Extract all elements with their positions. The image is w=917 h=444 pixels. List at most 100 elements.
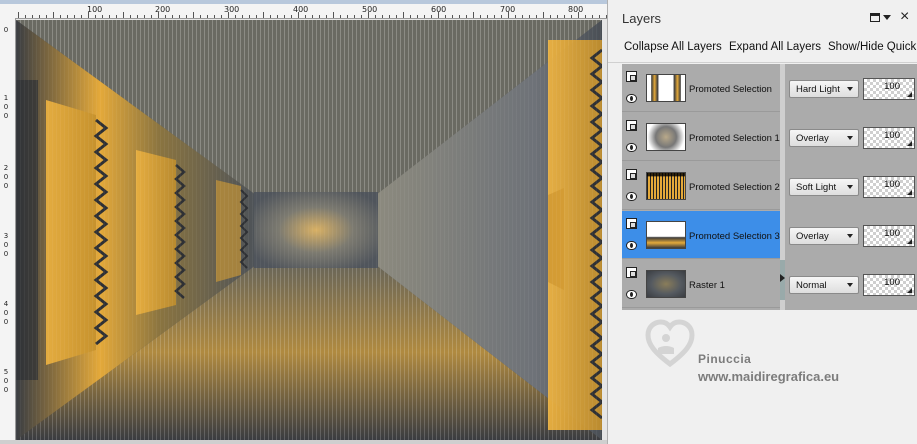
ruler-tick-mark	[172, 15, 173, 18]
show-hide-quick-button[interactable]: Show/Hide Quick	[828, 41, 916, 53]
ruler-tick-mark	[375, 15, 376, 18]
layer-thumbnail	[646, 123, 686, 151]
opacity-field[interactable]: 100	[863, 127, 915, 149]
ruler-tick-mark	[242, 15, 243, 18]
ruler-tick-mark	[298, 12, 299, 18]
ruler-tick-mark	[340, 15, 341, 18]
ruler-tick-label: 0	[3, 103, 9, 111]
blend-mode-dropdown[interactable]: Overlay	[789, 129, 859, 147]
layer-row[interactable]: Promoted Selection 1	[622, 113, 780, 161]
horizontal-scrollbar[interactable]	[0, 440, 607, 444]
opacity-value: 100	[884, 179, 900, 190]
opacity-grip-icon[interactable]	[907, 288, 912, 293]
expand-all-layers-button[interactable]: Expand All Layers	[729, 41, 821, 53]
chevron-down-icon[interactable]	[883, 15, 891, 20]
opacity-grip-icon[interactable]	[907, 239, 912, 244]
ruler-tick-mark	[354, 15, 355, 18]
canvas-area[interactable]: 100 200 300 400 500 600 700 800 010020030040050…	[0, 0, 607, 444]
collapse-all-layers-button[interactable]: Collapse All Layers	[624, 41, 722, 53]
ruler-tick-mark	[88, 12, 89, 18]
layer-mask-icon[interactable]	[626, 120, 637, 131]
layer-mask-icon[interactable]	[626, 71, 637, 82]
horizontal-ruler: 100 200 300 400 500 600 700 800	[0, 0, 607, 19]
ruler-tick-mark	[417, 15, 418, 18]
ruler-tick-label: 0	[3, 112, 9, 120]
layer-mask-icon[interactable]	[626, 169, 637, 180]
ruler-tick-mark	[193, 12, 194, 18]
ruler-tick-mark	[116, 15, 117, 18]
blend-mode-value: Soft Light	[796, 182, 837, 193]
opacity-grip-icon[interactable]	[907, 190, 912, 195]
layer-row[interactable]: Promoted Selection 2	[622, 162, 780, 210]
layer-thumbnail	[646, 221, 686, 249]
ruler-tick-mark	[158, 12, 159, 18]
ruler-tick-mark	[599, 15, 600, 18]
ruler-tick-mark	[32, 15, 33, 18]
layer-mask-icon[interactable]	[626, 218, 637, 229]
blend-mode-value: Hard Light	[796, 84, 840, 95]
ruler-tick-label: 4	[3, 300, 9, 308]
ruler-tick-mark	[557, 15, 558, 18]
layer-row-selected[interactable]: Promoted Selection 3	[622, 211, 780, 259]
opacity-field[interactable]: 100	[863, 274, 915, 296]
ruler-tick-mark	[501, 15, 502, 18]
blend-mode-value: Overlay	[796, 133, 829, 144]
ruler-tick-mark	[529, 15, 530, 18]
ruler-tick-mark	[424, 15, 425, 18]
visibility-eye-icon[interactable]	[626, 290, 637, 299]
layers-toolbar: Collapse All Layers Expand All Layers Sh…	[608, 38, 917, 60]
ruler-tick-mark	[179, 15, 180, 18]
layer-row[interactable]: Raster 1	[622, 260, 780, 308]
ruler-tick-mark	[578, 12, 579, 18]
chevron-down-icon	[847, 234, 853, 238]
ruler-tick-mark	[186, 15, 187, 18]
ruler-tick-mark	[46, 15, 47, 18]
ruler-tick-mark	[571, 15, 572, 18]
blend-mode-dropdown[interactable]: Overlay	[789, 227, 859, 245]
blend-mode-value: Overlay	[796, 231, 829, 242]
ruler-tick-mark	[214, 15, 215, 18]
layer-mask-icon[interactable]	[626, 267, 637, 278]
visibility-eye-icon[interactable]	[626, 143, 637, 152]
visibility-eye-icon[interactable]	[626, 192, 637, 201]
ruler-tick-mark	[270, 15, 271, 18]
visibility-eye-icon[interactable]	[626, 94, 637, 103]
ruler-tick-mark	[151, 15, 152, 18]
layer-name: Promoted Selection 1	[689, 133, 780, 144]
blend-mode-value: Normal	[796, 280, 827, 291]
ruler-tick-mark	[473, 12, 474, 18]
opacity-grip-icon[interactable]	[907, 92, 912, 97]
ruler-tick-mark	[522, 15, 523, 18]
ruler-tick-mark	[235, 15, 236, 18]
vertical-ruler: 0100200300400500	[0, 18, 16, 444]
opacity-field[interactable]: 100	[863, 78, 915, 100]
ruler-tick-mark	[459, 15, 460, 18]
close-icon[interactable]: ×	[900, 8, 909, 26]
ruler-tick-mark	[144, 15, 145, 18]
ruler-tick-mark	[480, 15, 481, 18]
opacity-field[interactable]: 100	[863, 225, 915, 247]
ruler-tick-mark	[74, 15, 75, 18]
ruler-tick-mark	[410, 15, 411, 18]
ruler-tick-mark	[585, 15, 586, 18]
blend-mode-dropdown[interactable]: Soft Light	[789, 178, 859, 196]
maximize-icon[interactable]	[870, 13, 880, 22]
ruler-tick-mark	[564, 15, 565, 18]
image-canvas[interactable]	[16, 20, 602, 440]
ruler-tick-mark	[431, 15, 432, 18]
blend-mode-dropdown[interactable]: Normal	[789, 276, 859, 294]
ruler-tick-mark	[130, 15, 131, 18]
ruler-tick-label: 0	[3, 182, 9, 190]
opacity-field[interactable]: 100	[863, 176, 915, 198]
ruler-tick-label: 800	[568, 5, 584, 14]
ruler-tick-label: 0	[3, 309, 9, 317]
opacity-grip-icon[interactable]	[907, 141, 912, 146]
ruler-tick-mark	[445, 15, 446, 18]
layer-name: Promoted Selection 3	[689, 231, 780, 242]
blend-mode-dropdown[interactable]: Hard Light	[789, 80, 859, 98]
layer-row[interactable]: Promoted Selection	[622, 64, 780, 112]
ruler-tick-label: 400	[293, 5, 309, 14]
layers-list: Promoted Selection Promoted Selection 1 …	[622, 64, 780, 310]
visibility-eye-icon[interactable]	[626, 241, 637, 250]
ruler-tick-label: 3	[3, 232, 9, 240]
